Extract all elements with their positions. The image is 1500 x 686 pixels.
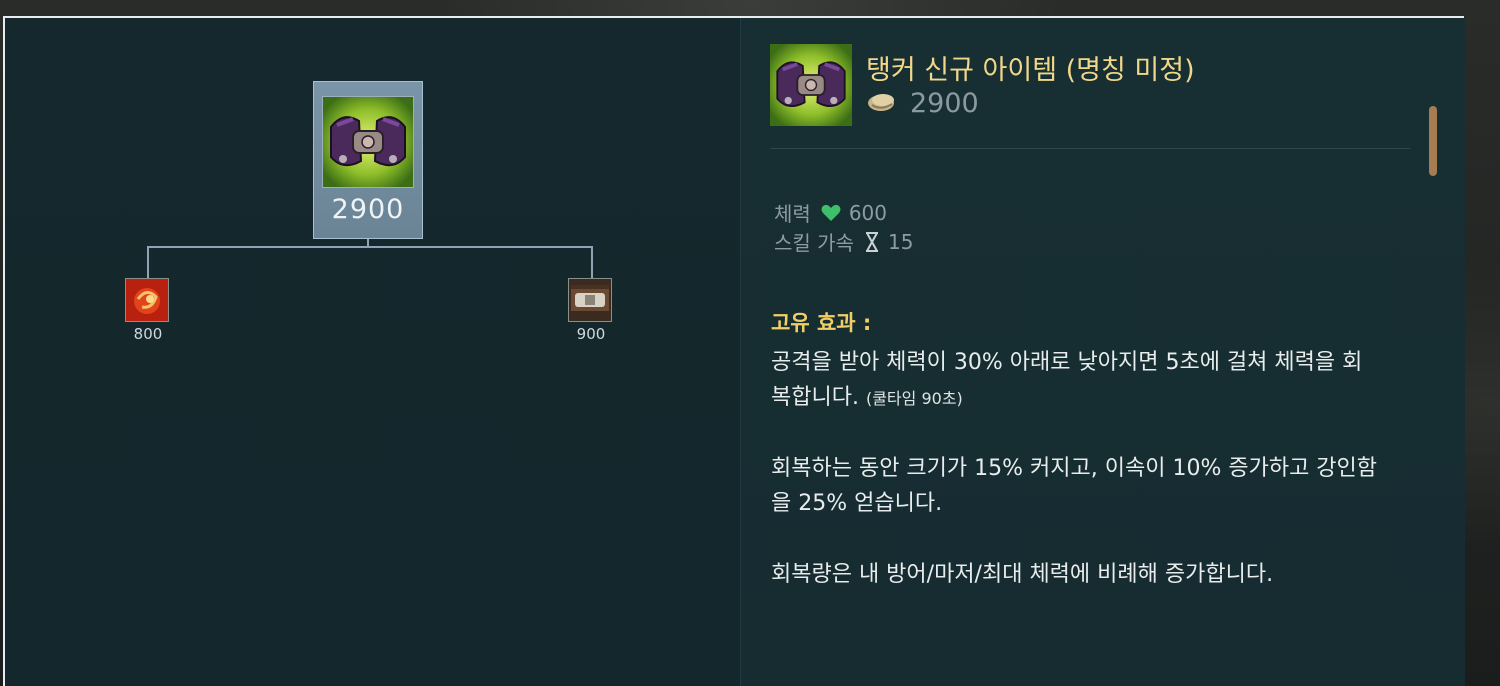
stat-label: 체력 xyxy=(774,202,811,226)
main-item-cost: 2900 xyxy=(331,194,405,225)
scrollbar-thumb[interactable] xyxy=(1429,106,1437,176)
tree-connector-horizontal xyxy=(147,246,593,248)
stat-value: 600 xyxy=(848,200,887,225)
component-cost: 800 xyxy=(133,325,163,343)
price-value: 2900 xyxy=(910,88,979,119)
tank-belt-item-icon xyxy=(322,96,414,188)
leather-belt-item-icon xyxy=(568,278,612,322)
passive-paragraph-3: 회복량은 내 방어/마저/최대 체력에 비례해 증가합니다. xyxy=(771,562,1274,587)
stat-value: 15 xyxy=(887,229,914,254)
component-item-node[interactable]: 900 xyxy=(568,278,614,343)
passive-text: 공격을 받아 체력이 30% 아래로 낮아지면 5초에 걸쳐 체력을 회복합니다… xyxy=(771,350,1363,410)
stat-ability-haste: 스킬 가속 15 xyxy=(774,227,913,256)
item-detail-pane: 탱커 신규 아이템 (명칭 미정) 2900 체력 600 스킬 가속 15 고… xyxy=(740,18,1465,686)
item-name: 탱커 신규 아이템 (명칭 미정) xyxy=(866,55,1195,86)
stat-label: 스킬 가속 xyxy=(774,231,854,255)
item-price: 2900 xyxy=(866,88,979,119)
item-shop-panel: 2900 800 900 탱커 신규 아이템 (명칭 미정) 2900 체력 6… xyxy=(3,16,1465,686)
component-cost: 900 xyxy=(576,325,606,343)
red-orb-item-icon xyxy=(125,278,169,322)
heart-icon xyxy=(821,204,841,222)
tank-belt-item-icon xyxy=(770,44,852,126)
header-divider xyxy=(770,148,1410,149)
component-item-node[interactable]: 800 xyxy=(125,278,171,343)
passive-paragraph-1: 공격을 받아 체력이 30% 아래로 낮아지면 5초에 걸쳐 체력을 회복합니다… xyxy=(771,345,1371,416)
main-item-node[interactable]: 2900 xyxy=(313,81,423,239)
unique-passive-title: 고유 효과 : xyxy=(771,311,872,335)
stat-health: 체력 600 xyxy=(774,198,887,227)
cooldown-note: (쿨타임 90초) xyxy=(865,389,963,408)
hourglass-icon xyxy=(864,231,880,252)
tree-connector-left xyxy=(147,246,149,278)
passive-paragraph-2: 회복하는 동안 크기가 15% 커지고, 이속이 10% 증가하고 강인함을 2… xyxy=(771,456,1378,516)
tree-connector-right xyxy=(591,246,593,278)
gold-coin-icon xyxy=(866,91,896,117)
recipe-tree: 2900 800 900 xyxy=(5,18,740,686)
